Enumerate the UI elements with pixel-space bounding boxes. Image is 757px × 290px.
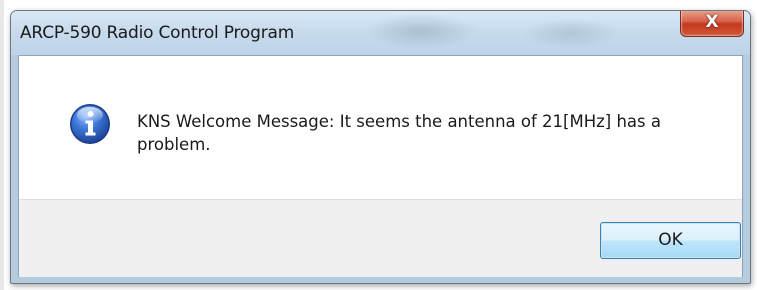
dialog-client-area: KNS Welcome Message: It seems the antenn…: [18, 55, 743, 277]
message-text: KNS Welcome Message: It seems the antenn…: [137, 112, 661, 154]
window-title: ARCP-590 Radio Control Program: [20, 23, 295, 43]
button-area: OK: [19, 199, 742, 277]
background-window-edge: [0, 0, 4, 290]
title-bar[interactable]: ARCP-590 Radio Control Program X: [11, 11, 750, 55]
close-button[interactable]: X: [680, 11, 744, 37]
close-icon: X: [705, 12, 719, 32]
ok-button[interactable]: OK: [600, 222, 741, 259]
information-icon: [70, 104, 110, 144]
message-area: KNS Welcome Message: It seems the antenn…: [19, 56, 742, 199]
message-dialog: ARCP-590 Radio Control Program X KNS Wel…: [10, 10, 751, 284]
